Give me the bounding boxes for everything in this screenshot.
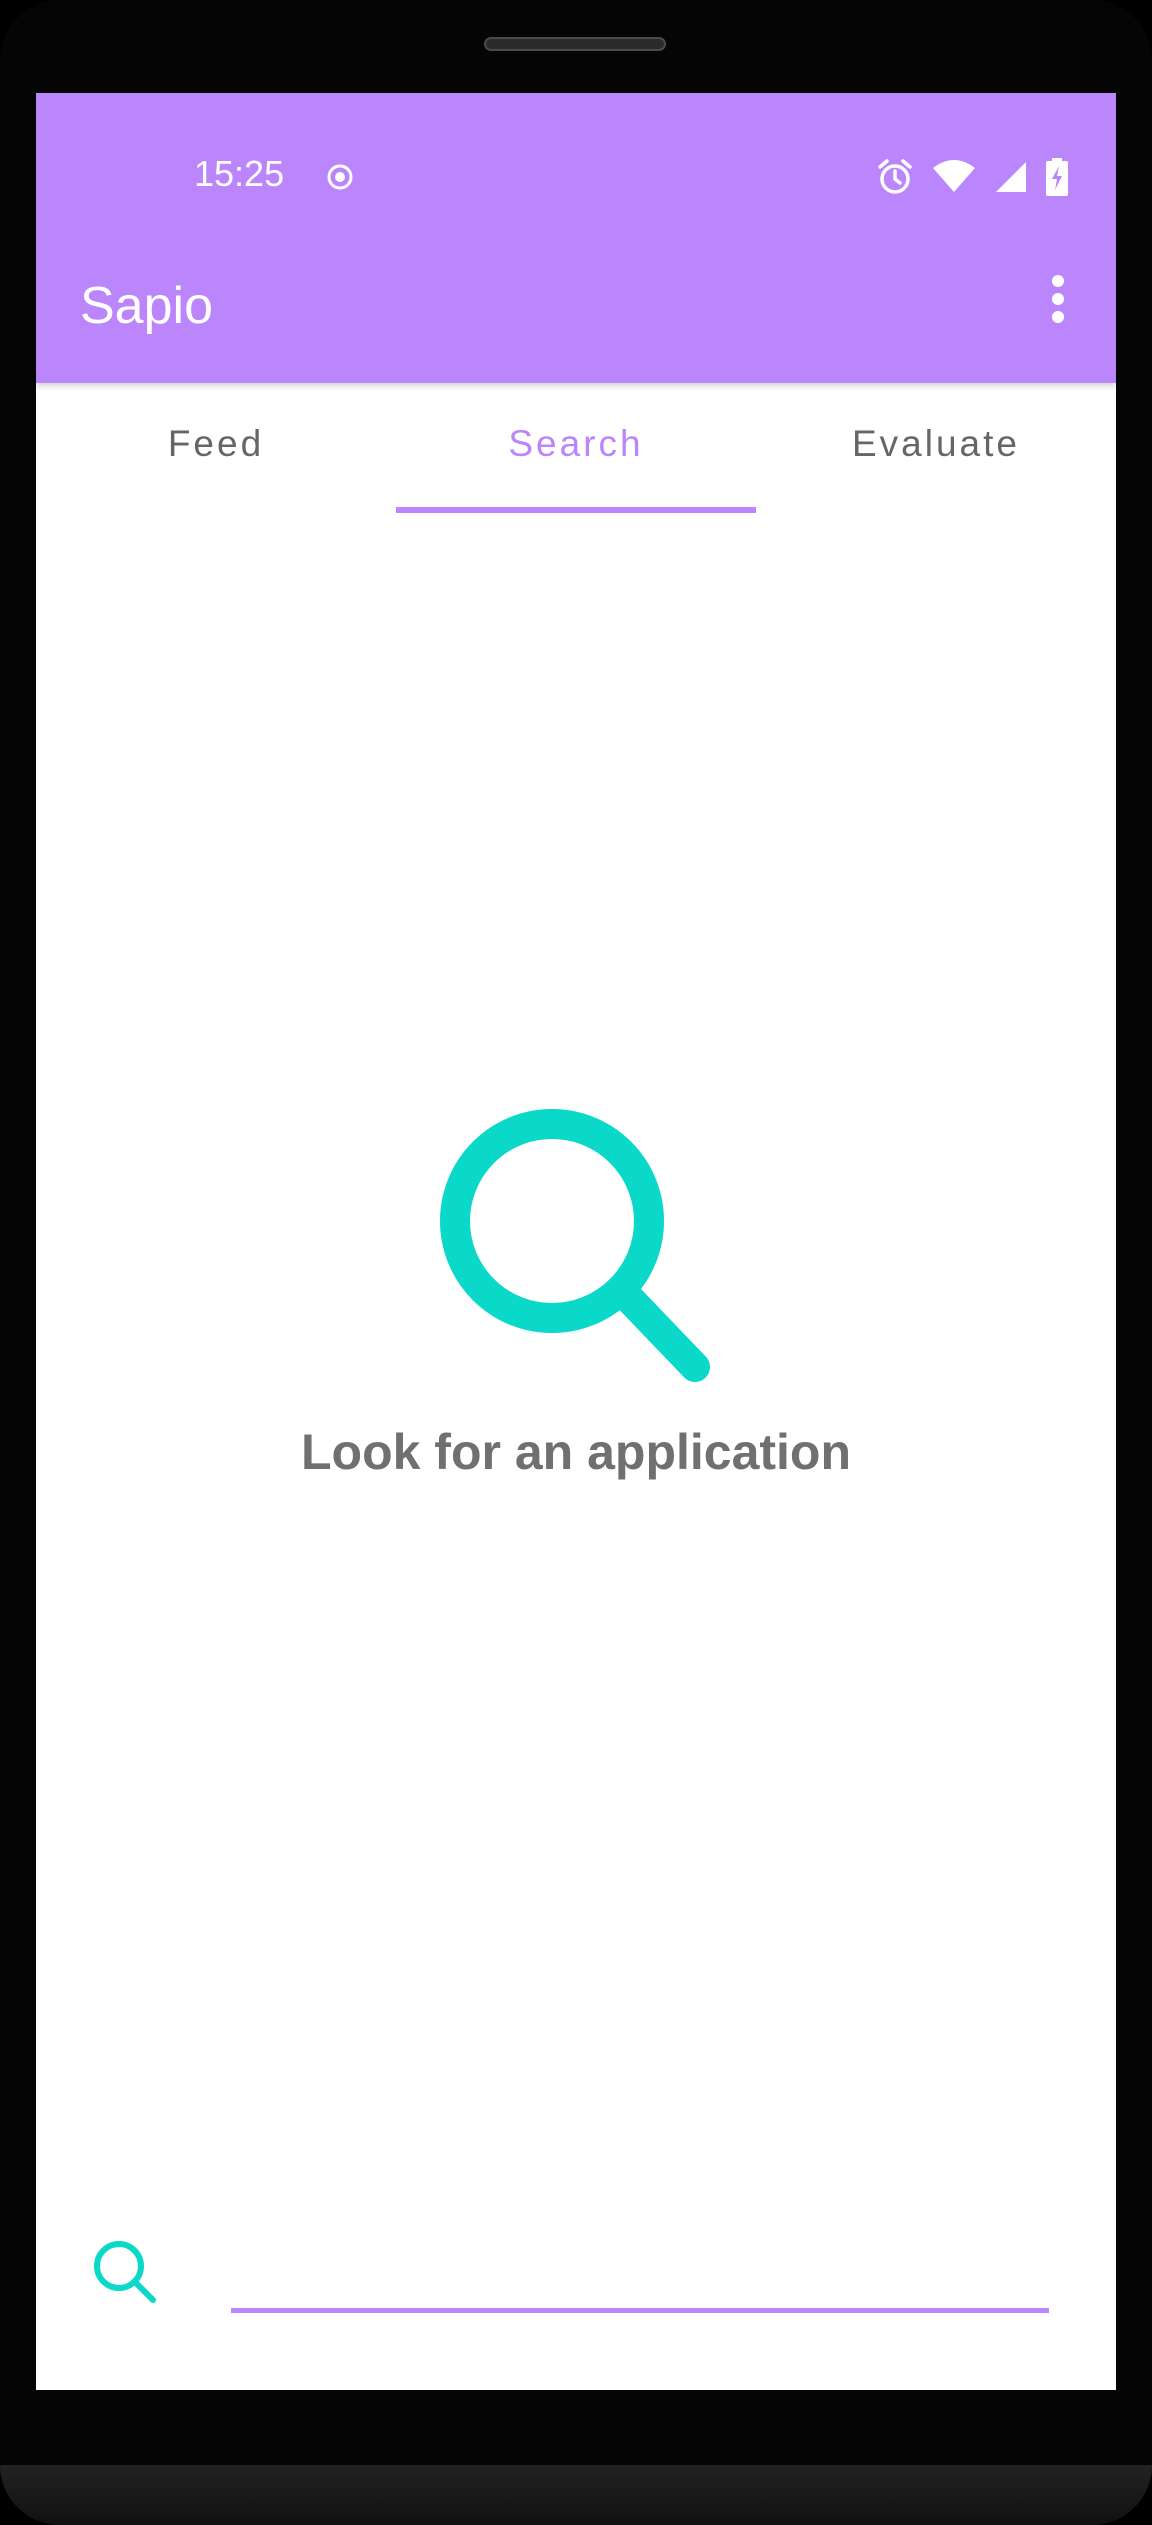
tab-evaluate[interactable]: Evaluate (756, 383, 1116, 513)
tab-label: Search (508, 423, 644, 464)
empty-state-message: Look for an application (300, 1424, 852, 1480)
search-input[interactable] (231, 2243, 1049, 2313)
tab-indicator (396, 507, 756, 513)
search-icon[interactable] (91, 2238, 163, 2310)
more-vert-icon-dot (1052, 311, 1064, 323)
overflow-menu-button[interactable] (1038, 269, 1078, 329)
phone-frame-bottom (0, 2465, 1152, 2525)
tab-label: Evaluate (852, 423, 1020, 464)
tab-search[interactable]: Search (396, 383, 756, 513)
tab-feed[interactable]: Feed (36, 383, 396, 513)
tab-bar: Feed Search Evaluate (36, 383, 1116, 513)
app-screen: 15:25 Sapio Feed Search Evaluate Look fo… (36, 93, 1116, 2390)
more-vert-icon-dot (1052, 275, 1064, 287)
earpiece-speaker (484, 37, 666, 51)
phone-frame: 15:25 Sapio Feed Search Evaluate Look fo… (0, 0, 1152, 2525)
app-title: Sapio (80, 277, 213, 335)
search-icon (440, 1109, 710, 1382)
alarm-icon (878, 159, 912, 194)
wifi-icon (933, 160, 975, 192)
status-time: 15:25 (194, 153, 285, 194)
battery-charging-icon (1046, 158, 1068, 196)
tab-label: Feed (167, 423, 265, 464)
status-icons (876, 155, 1068, 199)
app-bar: 15:25 Sapio (36, 93, 1116, 383)
navigation-bar (36, 2340, 1116, 2390)
record-status-icon (327, 164, 353, 190)
more-vert-icon-dot (1052, 293, 1064, 305)
cellular-signal-icon (996, 162, 1026, 192)
